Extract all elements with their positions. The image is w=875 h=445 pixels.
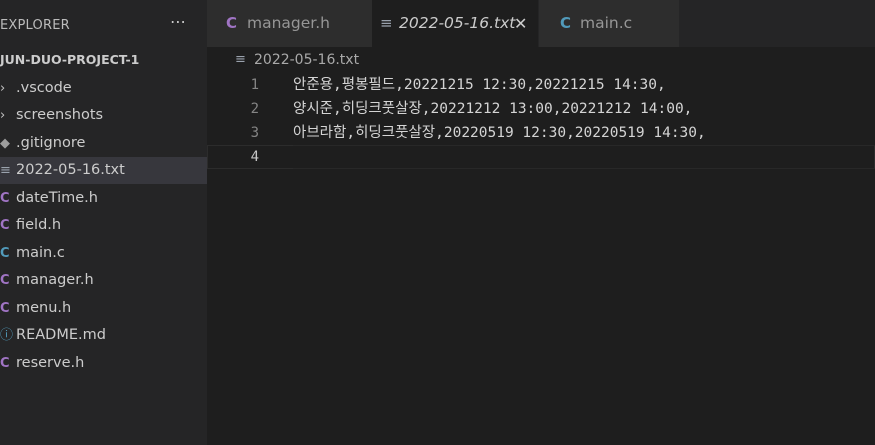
line-number: 3 (250, 125, 259, 141)
current-line-highlight (293, 145, 875, 169)
line-number: 4 (250, 149, 259, 165)
c-source-icon: C (0, 246, 10, 261)
line-number: 2 (250, 101, 259, 117)
chevron-right-icon: › (0, 81, 6, 96)
tree-item-gitignore[interactable]: ◆ .gitignore (0, 130, 207, 157)
tree-item-screenshots[interactable]: › screenshots (0, 102, 207, 129)
tree-item-manager-h[interactable]: C manager.h (0, 267, 207, 294)
c-header-icon: C (0, 273, 10, 288)
chevron-right-icon: › (0, 108, 6, 123)
line-text: 아브라함,히딩크풋살장,20220519 12:30,20220519 14:3… (293, 125, 706, 141)
tab-label: main.c (580, 14, 633, 32)
breadcrumb-item[interactable]: 2022-05-16.txt (254, 52, 359, 68)
tree-item-label: main.c (16, 245, 65, 261)
c-header-icon: C (0, 301, 10, 316)
tree-item-label: dateTime.h (16, 190, 98, 206)
tree-item-main-c[interactable]: C main.c (0, 240, 207, 267)
text-file-icon: ≡ (0, 163, 11, 178)
tab-label: 2022-05-16.txt (399, 14, 516, 32)
tree-item-menu-h[interactable]: C menu.h (0, 295, 207, 322)
tree-item-label: menu.h (16, 300, 72, 316)
close-icon[interactable]: ✕ (514, 0, 527, 47)
tree-item-label: manager.h (16, 272, 94, 288)
line-number: 1 (250, 77, 259, 93)
tree-item-label: 2022-05-16.txt (16, 162, 125, 178)
text-file-icon: ≡ (380, 14, 393, 32)
tab-label: manager.h (247, 14, 330, 32)
tree-item-label: field.h (16, 217, 62, 233)
tree-item-label: reserve.h (16, 355, 85, 371)
project-folder-header[interactable]: JUN-DUO-PROJECT-1 (0, 52, 207, 72)
line-text: 안준용,평봉필드,20221215 12:30,20221215 14:30, (293, 77, 666, 93)
editor-line[interactable]: 1 안준용,평봉필드,20221215 12:30,20221215 14:30… (207, 73, 875, 97)
editor-tab-bar: C manager.h ≡ 2022-05-16.txt ✕ C main.c (207, 0, 875, 47)
text-file-icon: ≡ (235, 52, 246, 67)
c-source-icon: C (560, 14, 572, 32)
editor-line[interactable]: 2 양시준,히딩크풋살장,20221212 13:00,20221212 14:… (207, 97, 875, 121)
explorer-header: EXPLORER ⋯ (0, 0, 207, 52)
tree-item-reserve-h[interactable]: C reserve.h (0, 350, 207, 377)
tree-item-label: .gitignore (16, 135, 86, 151)
tree-item-label: README.md (16, 327, 106, 343)
c-header-icon: C (226, 14, 238, 32)
explorer-title: EXPLORER (0, 18, 70, 33)
explorer-sidebar: EXPLORER ⋯ JUN-DUO-PROJECT-1 › .vscode ›… (0, 0, 207, 445)
c-header-icon: C (0, 356, 10, 371)
tree-item-field-h[interactable]: C field.h (0, 212, 207, 239)
line-text: 양시준,히딩크풋살장,20221212 13:00,20221212 14:00… (293, 101, 693, 117)
editor-line[interactable]: 3 아브라함,히딩크풋살장,20220519 12:30,20220519 14… (207, 121, 875, 145)
tree-item-datetime-h[interactable]: C dateTime.h (0, 185, 207, 212)
tab-2022-05-16-txt[interactable]: ≡ 2022-05-16.txt ✕ (372, 0, 538, 47)
c-header-icon: C (0, 191, 10, 206)
tree-item-label: .vscode (16, 80, 72, 96)
tab-main-c[interactable]: C main.c (539, 0, 679, 47)
tree-item-2022-05-16-txt[interactable]: ≡ 2022-05-16.txt (0, 157, 207, 184)
more-actions-icon[interactable]: ⋯ (170, 12, 187, 31)
git-file-icon: ◆ (0, 136, 10, 151)
breadcrumb: ≡ 2022-05-16.txt (207, 47, 875, 73)
info-icon: ⓘ (0, 328, 14, 343)
tree-item-vscode[interactable]: › .vscode (0, 75, 207, 102)
tab-manager-h[interactable]: C manager.h (207, 0, 372, 47)
tree-item-label: screenshots (16, 107, 104, 123)
c-header-icon: C (0, 218, 10, 233)
editor-line-current[interactable]: 4 (207, 145, 875, 169)
text-editor[interactable]: 1 안준용,평봉필드,20221215 12:30,20221215 14:30… (207, 73, 875, 445)
tree-item-readme-md[interactable]: ⓘ README.md (0, 322, 207, 349)
